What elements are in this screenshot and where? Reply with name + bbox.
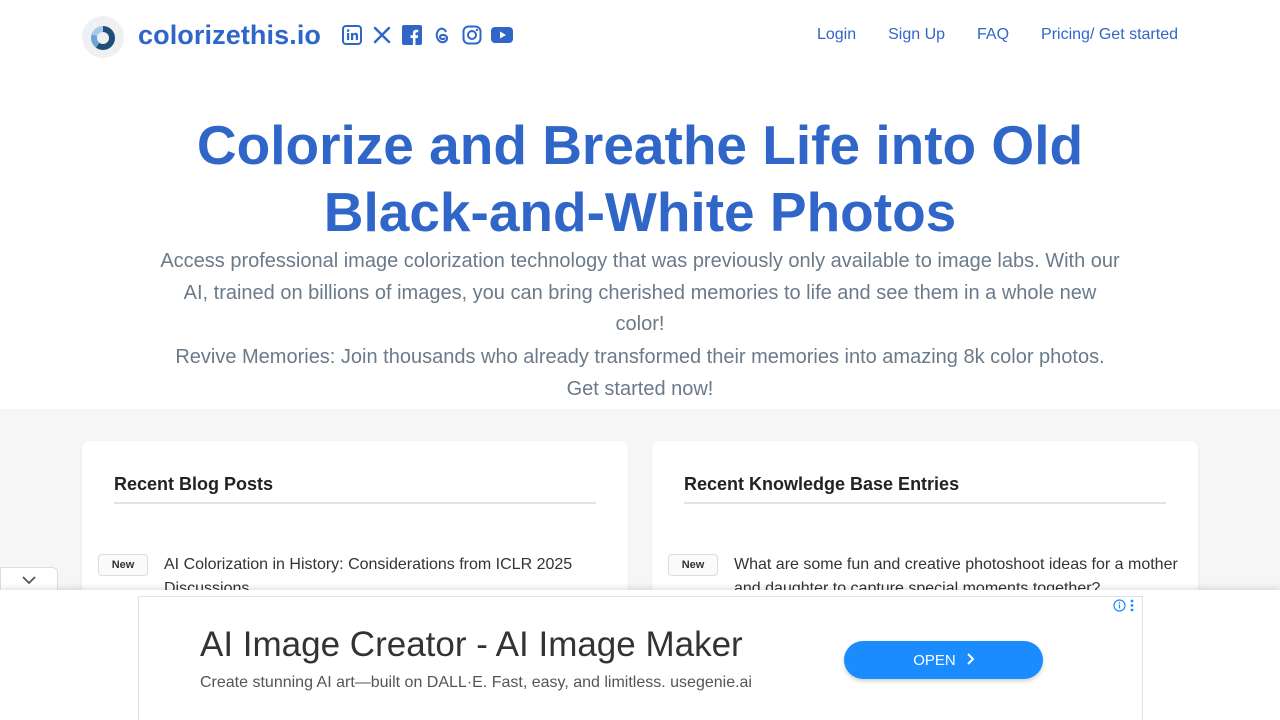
hero-subtitle-cta: Revive Memories: Join thousands who alre… xyxy=(175,346,1105,400)
threads-icon[interactable] xyxy=(431,24,453,46)
nav-faq-link[interactable]: FAQ xyxy=(977,26,1009,44)
facebook-icon[interactable] xyxy=(401,24,423,46)
info-icon[interactable] xyxy=(1113,599,1126,617)
divider xyxy=(684,502,1166,504)
ad-open-button[interactable]: OPEN xyxy=(844,641,1043,679)
hero-title: Colorize and Breathe Life into Old Black… xyxy=(196,114,1084,243)
site-header: colorizethis.io Login Sign Up FAQ Pricin… xyxy=(0,0,1280,72)
social-links xyxy=(341,24,513,46)
nav-pricing-link[interactable]: Pricing/ Get started xyxy=(1041,26,1178,44)
top-nav: Login Sign Up FAQ Pricing/ Get started xyxy=(817,26,1178,44)
chevron-down-icon xyxy=(21,572,37,590)
anchor-ad-bar: AI Image Creator - AI Image Maker Create… xyxy=(0,590,1280,720)
new-badge: New xyxy=(98,554,148,576)
brand-name[interactable]: colorizethis.io xyxy=(138,20,321,51)
chevron-right-icon xyxy=(966,652,975,669)
ad-choices[interactable] xyxy=(1113,599,1134,617)
ad-title[interactable]: AI Image Creator - AI Image Maker xyxy=(200,625,743,665)
card-heading: Recent Blog Posts xyxy=(114,474,274,494)
card-heading: Recent Knowledge Base Entries xyxy=(684,474,960,494)
instagram-icon[interactable] xyxy=(461,24,483,46)
hero-subtitle: Access professional image colorization t… xyxy=(160,250,1120,335)
ad-open-label: OPEN xyxy=(913,651,956,669)
ad-unit[interactable]: AI Image Creator - AI Image Maker Create… xyxy=(138,596,1143,720)
nav-login-link[interactable]: Login xyxy=(817,26,856,44)
youtube-icon[interactable] xyxy=(491,24,513,46)
colorizethis-logo-icon[interactable] xyxy=(82,16,124,58)
linkedin-icon[interactable] xyxy=(341,24,363,46)
nav-signup-link[interactable]: Sign Up xyxy=(888,26,945,44)
divider xyxy=(114,502,596,504)
ad-description[interactable]: Create stunning AI art—built on DALL·E. … xyxy=(200,674,752,692)
more-options-icon[interactable] xyxy=(1130,599,1134,617)
new-badge: New xyxy=(668,554,718,576)
x-icon[interactable] xyxy=(371,24,393,46)
